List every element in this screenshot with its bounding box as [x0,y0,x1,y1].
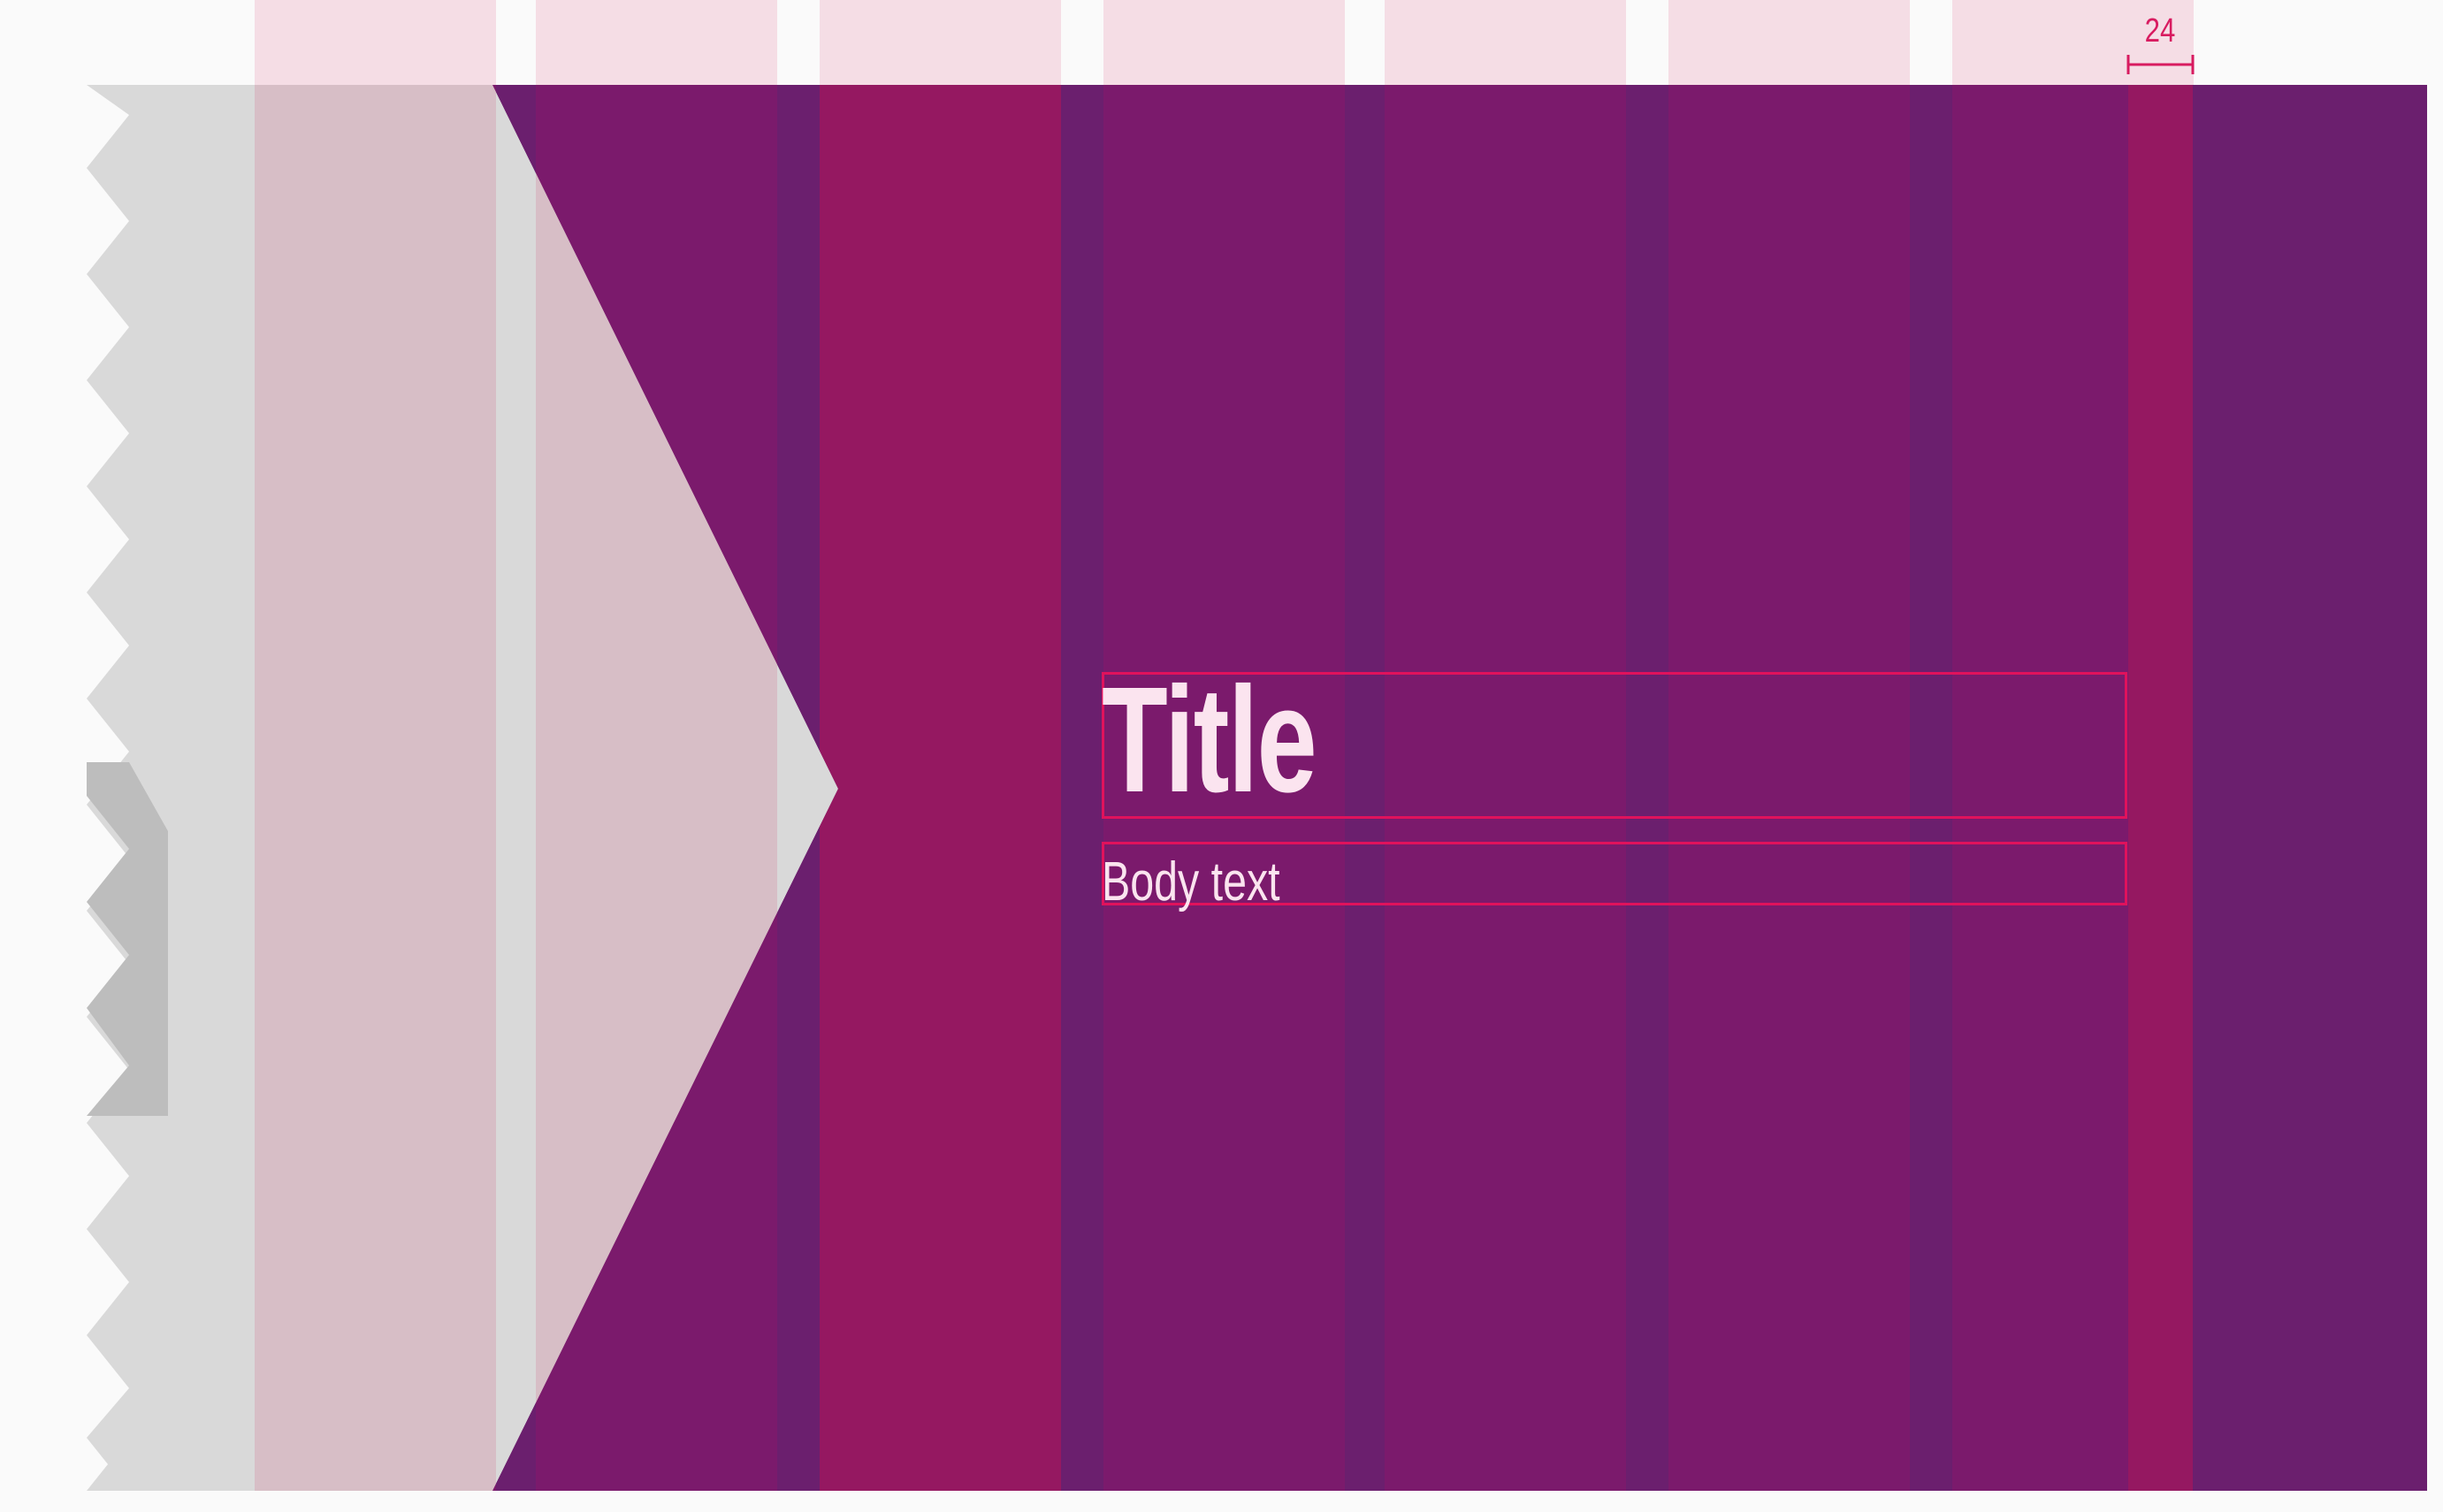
top-column-guides [255,0,2194,85]
pink-column-overlay [255,85,496,1491]
column-guide [820,0,1061,85]
column-guide [1103,0,1345,85]
highlight-column [820,85,1061,1491]
highlight-gutter [2128,85,2193,1491]
column-guide [536,0,777,85]
column-guide [255,0,496,85]
title-placeholder: Title [1102,656,1317,824]
gutter [1061,85,1103,1491]
body-text-placeholder: Body text [1102,851,1280,913]
right-margin [2193,85,2427,1491]
spacing-measure-label: 24 [2144,12,2176,50]
column-guide [1385,0,1626,85]
layout-grid-diagram: 24 Title Body text [0,0,2443,1512]
column-guide [1668,0,1910,85]
